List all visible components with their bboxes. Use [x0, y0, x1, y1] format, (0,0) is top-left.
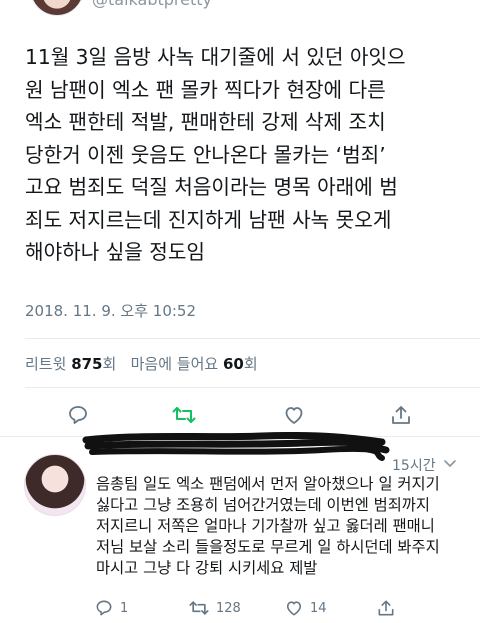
reply-icon — [96, 600, 112, 616]
author-avatar[interactable] — [30, 0, 84, 16]
like-button[interactable] — [282, 403, 306, 427]
likes-stat[interactable]: 마음에 들어요 60회 — [131, 355, 258, 373]
reply-retweet-button[interactable]: 128 — [188, 598, 241, 618]
reply-reply-button[interactable]: 1 — [94, 598, 128, 618]
share-icon — [392, 406, 410, 424]
heart-icon — [285, 407, 303, 424]
author-handle[interactable]: @talkabtpretty — [92, 0, 212, 9]
reply-time[interactable]: 15시간 — [392, 455, 436, 475]
heart-icon — [286, 601, 302, 616]
reply-share-button[interactable] — [376, 598, 396, 618]
reply-button[interactable] — [66, 403, 90, 427]
tweet-timestamp[interactable]: 2018. 11. 9. 오후 10:52 — [25, 300, 196, 321]
retweet-count: 128 — [216, 600, 241, 616]
share-button[interactable] — [389, 403, 413, 427]
retweets-stat[interactable]: 리트윗 875회 — [25, 355, 116, 373]
tweet-text: 11월 3일 음방 사녹 대기줄에 서 있던 아잇으 원 남팬이 엑소 팬 몰카… — [25, 45, 406, 264]
reply-text: 음총팀 일도 엑소 팬덤에서 먼저 알아챘으나 일 커지기 싫다고 그냥 조용히… — [96, 475, 440, 577]
share-icon — [378, 600, 394, 616]
retweet-button[interactable] — [171, 403, 197, 427]
reply-tweet[interactable]: 15시간 음총팀 일도 엑소 팬덤에서 먼저 알아챘으나 일 커지기 싫다고 그… — [0, 432, 480, 623]
reply-like-button[interactable]: 14 — [284, 598, 327, 618]
retweet-icon — [172, 407, 196, 423]
reply-avatar[interactable] — [24, 454, 86, 516]
chevron-down-icon[interactable] — [442, 455, 458, 471]
redaction-scribble — [82, 432, 390, 461]
retweet-icon — [189, 601, 209, 615]
reply-count: 1 — [120, 600, 129, 616]
tweet-stats: 리트윗 875회 마음에 들어요 60회 — [25, 353, 258, 374]
divider — [25, 338, 480, 339]
like-count: 14 — [310, 600, 327, 616]
reply-icon — [69, 406, 87, 424]
divider — [25, 387, 480, 388]
